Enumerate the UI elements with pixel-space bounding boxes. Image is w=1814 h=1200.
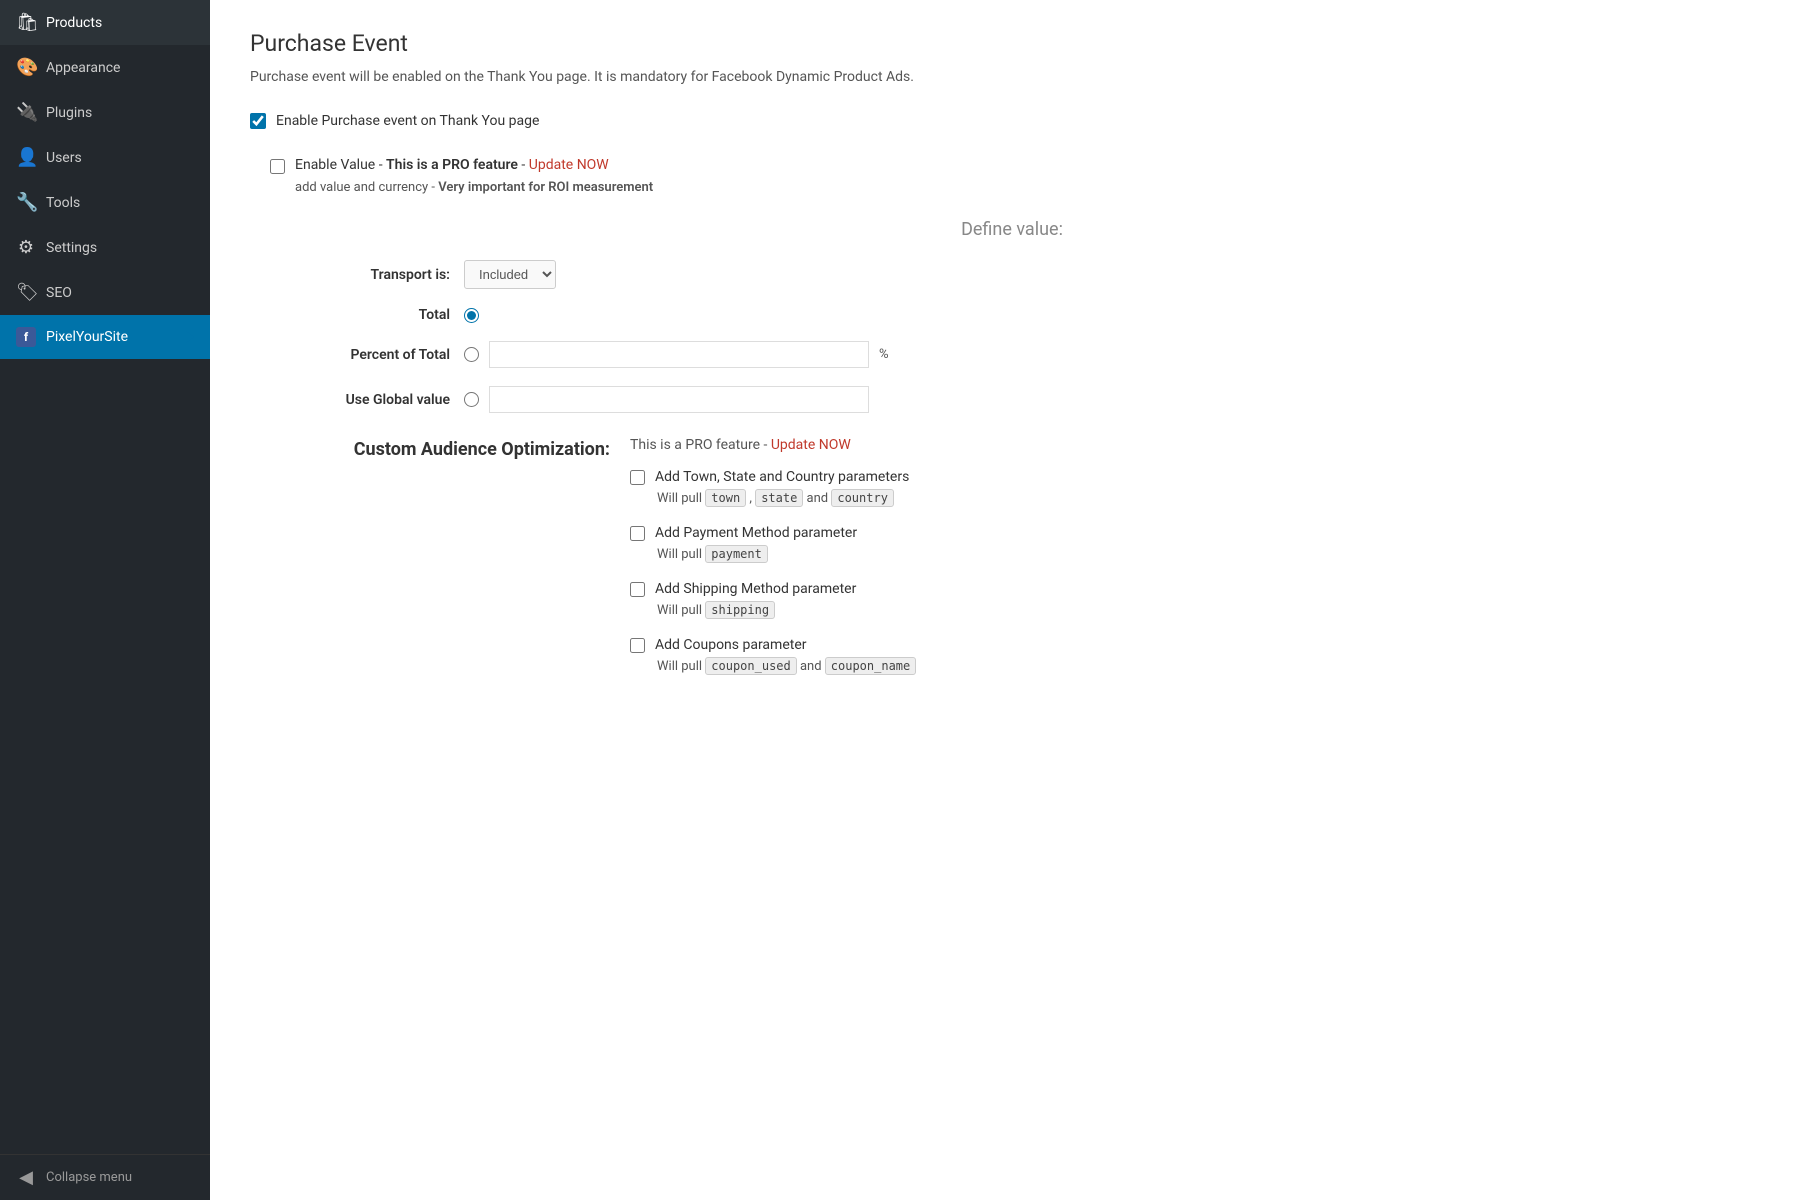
pro-feature-row: Enable Value - This is a PRO feature - U… <box>270 157 1774 174</box>
global-input[interactable] <box>489 386 869 413</box>
define-value-title: Define value: <box>250 219 1774 240</box>
sidebar-item-plugins[interactable]: 🔌 Plugins <box>0 90 210 135</box>
sidebar-item-label: PixelYourSite <box>46 329 128 345</box>
sidebar-item-label: Plugins <box>46 105 92 121</box>
checkbox-group-payment-header: Add Payment Method parameter <box>630 525 1774 541</box>
collapse-icon: ◀ <box>16 1167 36 1188</box>
enable-purchase-row: Enable Purchase event on Thank You page <box>250 113 1774 129</box>
pro-feature-bold: This is a PRO feature <box>386 157 518 173</box>
seo-icon: 🏷 <box>16 282 36 303</box>
checkbox-group-town-header: Add Town, State and Country parameters <box>630 469 1774 485</box>
percent-radio[interactable] <box>464 347 479 362</box>
total-radio-row <box>464 308 479 323</box>
sidebar-item-products[interactable]: 🛍 Products <box>0 0 210 45</box>
sidebar-item-pixelyoursite[interactable]: f PixelYourSite <box>0 315 210 359</box>
transport-select[interactable]: Included <box>464 260 556 289</box>
transport-row: Transport is: Included <box>250 260 1774 289</box>
sidebar-item-label: Products <box>46 15 102 31</box>
checkbox-group-payment: Add Payment Method parameter Will pull p… <box>630 525 1774 563</box>
code-shipping: shipping <box>705 601 775 619</box>
sidebar-arrow <box>186 331 194 343</box>
cb-town[interactable] <box>630 470 645 485</box>
checkbox-group-coupons-header: Add Coupons parameter <box>630 637 1774 653</box>
checkbox-group-shipping: Add Shipping Method parameter Will pull … <box>630 581 1774 619</box>
cb-shipping-label: Add Shipping Method parameter <box>655 581 856 597</box>
cb-payment[interactable] <box>630 526 645 541</box>
pro-update-link[interactable]: Update NOW <box>529 157 609 173</box>
sidebar-item-seo[interactable]: 🏷 SEO <box>0 270 210 315</box>
define-value-section: Define value: Transport is: Included Tot… <box>250 219 1774 413</box>
main-content: Purchase Event Purchase event will be en… <box>210 0 1814 1200</box>
sidebar-item-tools[interactable]: 🔧 Tools <box>0 180 210 225</box>
sidebar-item-label: SEO <box>46 285 72 301</box>
appearance-icon: 🎨 <box>16 57 36 78</box>
custom-audience-update-link[interactable]: Update NOW <box>771 437 851 453</box>
code-coupon-name: coupon_name <box>825 657 916 675</box>
checkbox-group-coupons: Add Coupons parameter Will pull coupon_u… <box>630 637 1774 675</box>
cb-payment-label: Add Payment Method parameter <box>655 525 857 541</box>
percent-radio-row: % <box>464 341 889 368</box>
sidebar-item-appearance[interactable]: 🎨 Appearance <box>0 45 210 90</box>
enable-value-checkbox[interactable] <box>270 159 285 174</box>
percent-label: Percent of Total <box>250 347 450 363</box>
custom-audience-label: Custom Audience Optimization: <box>250 437 610 460</box>
settings-icon: ⚙ <box>16 237 36 258</box>
sidebar-item-label: Tools <box>46 195 80 211</box>
pro-note: add value and currency - Very important … <box>295 180 1774 195</box>
global-row: Use Global value <box>250 386 1774 413</box>
cb-town-label: Add Town, State and Country parameters <box>655 469 909 485</box>
transport-label: Transport is: <box>250 267 450 283</box>
global-radio[interactable] <box>464 392 479 407</box>
cb-shipping-note: Will pull shipping <box>657 601 1774 619</box>
sidebar-collapse[interactable]: ◀ Collapse menu <box>0 1154 210 1200</box>
tools-icon: 🔧 <box>16 192 36 213</box>
code-country: country <box>831 489 894 507</box>
sidebar-item-settings[interactable]: ⚙ Settings <box>0 225 210 270</box>
pro-feature-label: Enable Value - <box>295 157 386 173</box>
sidebar: 🛍 Products 🎨 Appearance 🔌 Plugins 👤 User… <box>0 0 210 1200</box>
sidebar-item-label: Users <box>46 150 82 166</box>
percent-sign: % <box>879 347 889 362</box>
percent-row: Percent of Total % <box>250 341 1774 368</box>
code-town: town <box>705 489 746 507</box>
pro-dash: - <box>518 157 529 173</box>
enable-purchase-label[interactable]: Enable Purchase event on Thank You page <box>276 113 539 129</box>
global-radio-row <box>464 386 869 413</box>
checkbox-group-town: Add Town, State and Country parameters W… <box>630 469 1774 507</box>
cb-town-note: Will pull town , state and country <box>657 489 1774 507</box>
cb-coupons[interactable] <box>630 638 645 653</box>
cb-shipping[interactable] <box>630 582 645 597</box>
plugins-icon: 🔌 <box>16 102 36 123</box>
custom-audience-section: Custom Audience Optimization: This is a … <box>250 437 1774 693</box>
cb-coupons-note: Will pull coupon_used and coupon_name <box>657 657 1774 675</box>
sidebar-item-users[interactable]: 👤 Users <box>0 135 210 180</box>
code-payment: payment <box>705 545 768 563</box>
users-icon: 👤 <box>16 147 36 168</box>
global-label: Use Global value <box>250 392 450 408</box>
collapse-label: Collapse menu <box>46 1170 132 1185</box>
percent-input[interactable] <box>489 341 869 368</box>
products-icon: 🛍 <box>16 12 36 33</box>
total-radio[interactable] <box>464 308 479 323</box>
cb-payment-note: Will pull payment <box>657 545 1774 563</box>
custom-audience-pro-info: This is a PRO feature - Update NOW <box>630 437 1774 453</box>
cb-coupons-label: Add Coupons parameter <box>655 637 807 653</box>
total-row: Total <box>250 307 1774 323</box>
page-description: Purchase event will be enabled on the Th… <box>250 69 1774 85</box>
custom-audience-content: This is a PRO feature - Update NOW Add T… <box>630 437 1774 693</box>
sidebar-item-label: Appearance <box>46 60 120 76</box>
pro-feature-text: Enable Value - This is a PRO feature - U… <box>295 157 609 173</box>
checkbox-group-shipping-header: Add Shipping Method parameter <box>630 581 1774 597</box>
code-coupon-used: coupon_used <box>705 657 796 675</box>
enable-purchase-checkbox[interactable] <box>250 113 266 129</box>
pixelyoursite-icon: f <box>16 327 36 347</box>
code-state: state <box>755 489 803 507</box>
total-label: Total <box>250 307 450 323</box>
page-title: Purchase Event <box>250 30 1774 57</box>
sidebar-item-label: Settings <box>46 240 97 256</box>
